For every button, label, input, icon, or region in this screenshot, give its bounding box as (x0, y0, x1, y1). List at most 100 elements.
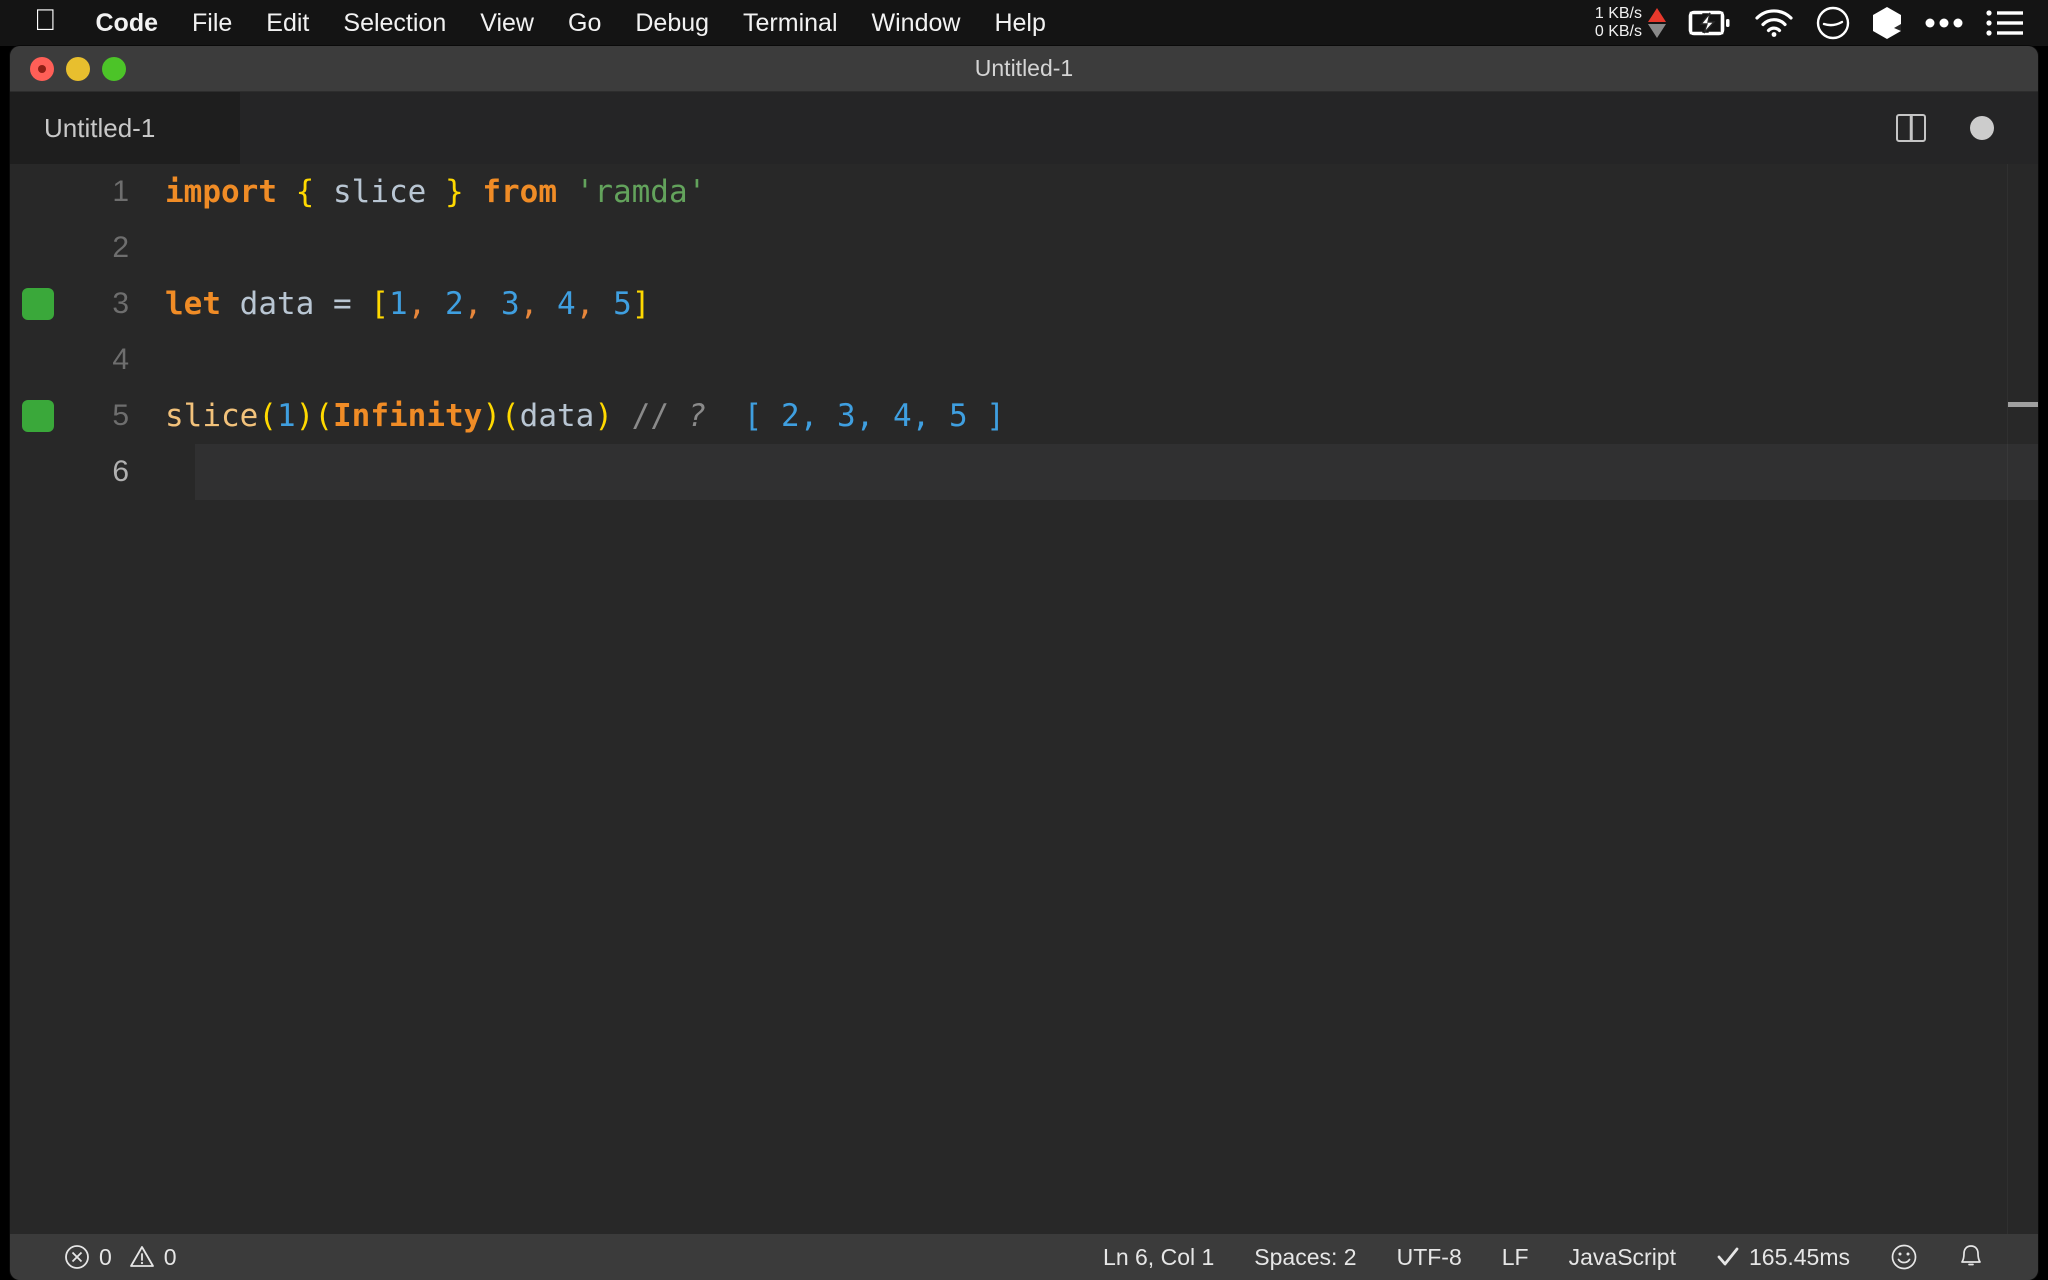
problems-status[interactable]: 0 0 (44, 1244, 197, 1271)
bell-icon (1958, 1243, 1984, 1271)
notifications-button[interactable] (1938, 1243, 2004, 1271)
overview-ruler-marker (2008, 402, 2038, 407)
language-mode-status[interactable]: JavaScript (1549, 1244, 1696, 1271)
menubar-status-icons: 1 KB/s 0 KB/s (1595, 5, 2048, 42)
menu-item-debug[interactable]: Debug (618, 9, 726, 38)
indentation-status[interactable]: Spaces: 2 (1234, 1244, 1376, 1271)
network-upload-rate: 1 KB/s (1594, 4, 1642, 22)
token-keyword-infinity: Infinity (333, 398, 483, 434)
tab-label: Untitled-1 (44, 112, 156, 143)
apple-logo-icon[interactable]:  (0, 6, 79, 36)
token-comment-question: ? (687, 398, 707, 434)
macos-menu-bar:  Code File Edit Selection View Go Debug… (0, 0, 2048, 46)
window-title: Untitled-1 (974, 55, 1074, 81)
token-identifier-data: data (221, 286, 333, 322)
menu-item-file[interactable]: File (175, 9, 249, 38)
editor-line-1[interactable]: 1 import { slice } from 'ramda' (10, 164, 2038, 220)
token-keyword-let: let (165, 286, 221, 322)
cursor-position-status[interactable]: Ln 6, Col 1 (1083, 1244, 1234, 1271)
token-identifier-data: data (519, 398, 595, 434)
quokka-gutter-marker-line-5[interactable] (22, 400, 54, 432)
encoding-status[interactable]: UTF-8 (1377, 1244, 1482, 1271)
line-content-1[interactable]: import { slice } from 'ramda' (165, 174, 2038, 210)
warning-triangle-icon (129, 1244, 155, 1270)
token-brace-open: { (295, 174, 315, 210)
editor-scrollbar[interactable] (2007, 164, 2008, 1234)
token-number-3: 3 (501, 286, 520, 322)
status-bar-right: Ln 6, Col 1 Spaces: 2 UTF-8 LF JavaScrip… (1083, 1243, 2038, 1271)
token-paren-open: ( (258, 398, 277, 434)
do-not-disturb-icon[interactable] (1816, 6, 1850, 40)
menu-item-edit[interactable]: Edit (249, 9, 326, 38)
token-comma: , (463, 286, 483, 322)
feedback-button[interactable] (1870, 1243, 1938, 1271)
menu-item-window[interactable]: Window (855, 9, 978, 38)
battery-charging-icon[interactable] (1688, 10, 1732, 36)
eol-status[interactable]: LF (1482, 1244, 1549, 1271)
warning-count: 0 (163, 1243, 177, 1270)
token-paren-close: ) (295, 398, 315, 434)
token-string-ramda: 'ramda' (575, 174, 707, 210)
editor-line-4[interactable]: 4 (10, 332, 2038, 388)
wifi-icon[interactable] (1754, 9, 1794, 37)
three-dots-icon[interactable] (1924, 17, 1964, 29)
vscode-window: Untitled-1 Untitled-1 1 import { slice }… (10, 46, 2038, 1280)
network-speed-indicator[interactable]: 1 KB/s 0 KB/s (1595, 5, 1666, 42)
quokka-gutter-marker-line-3[interactable] (22, 288, 54, 320)
line-content-5[interactable]: slice(1)(Infinity)(data) // ? [ 2, 3, 4,… (165, 398, 2038, 434)
editor-line-6[interactable]: 6 (10, 444, 2038, 500)
token-comma: , (575, 286, 595, 322)
token-comment-slashes: // (631, 398, 669, 434)
token-operator-assign: = (332, 286, 352, 322)
download-arrow-icon (1648, 24, 1666, 38)
tab-untitled-1[interactable]: Untitled-1 (10, 92, 240, 164)
token-number-1: 1 (389, 286, 408, 322)
menu-item-go[interactable]: Go (551, 9, 618, 38)
token-paren-open: ( (501, 398, 520, 434)
split-editor-icon[interactable] (1896, 114, 1926, 142)
window-close-button[interactable] (30, 56, 54, 81)
window-minimize-button[interactable] (66, 56, 90, 81)
menu-item-view[interactable]: View (463, 9, 551, 38)
line-content-3[interactable]: let data = [1, 2, 3, 4, 5] (165, 286, 2038, 322)
token-paren-close: ) (594, 398, 613, 434)
status-bar: 0 0 Ln 6, Col 1 Spaces: 2 UTF-8 LF JavaS… (10, 1234, 2038, 1280)
editor-line-2[interactable]: 2 (10, 220, 2038, 276)
menu-item-code[interactable]: Code (79, 9, 176, 38)
cube-icon[interactable] (1872, 6, 1902, 40)
token-bracket-open: [ (370, 286, 389, 322)
token-number-1: 1 (277, 398, 296, 434)
error-circle-icon (64, 1244, 90, 1270)
token-paren-open: ( (314, 398, 334, 434)
line-number-1: 1 (112, 175, 129, 208)
token-bracket-close: ] (631, 286, 651, 322)
token-identifier-slice: slice (314, 174, 445, 210)
run-time-label: 165.45ms (1748, 1243, 1850, 1270)
window-maximize-button[interactable] (102, 56, 126, 81)
editor-line-3[interactable]: 3 let data = [1, 2, 3, 4, 5] (10, 276, 2038, 332)
editor-line-5[interactable]: 5 slice(1)(Infinity)(data) // ? [ 2, 3, … (10, 388, 2038, 444)
line-number-2: 2 (112, 231, 129, 264)
checkmark-icon (1716, 1246, 1740, 1268)
error-count: 0 (99, 1243, 112, 1270)
quokka-run-status[interactable]: 165.45ms (1696, 1244, 1870, 1271)
token-number-4: 4 (557, 286, 576, 322)
token-paren-close: ) (482, 398, 501, 434)
code-editor[interactable]: 1 import { slice } from 'ramda' 2 3 let … (10, 164, 2038, 1234)
status-bar-left: 0 0 (10, 1244, 197, 1271)
menu-item-terminal[interactable]: Terminal (726, 9, 854, 38)
unsaved-dot-icon[interactable] (1970, 116, 1994, 140)
list-menu-icon[interactable] (1986, 10, 2024, 36)
menu-item-help[interactable]: Help (977, 9, 1062, 38)
token-keyword-import: import (165, 174, 277, 210)
menu-item-selection[interactable]: Selection (326, 9, 463, 38)
